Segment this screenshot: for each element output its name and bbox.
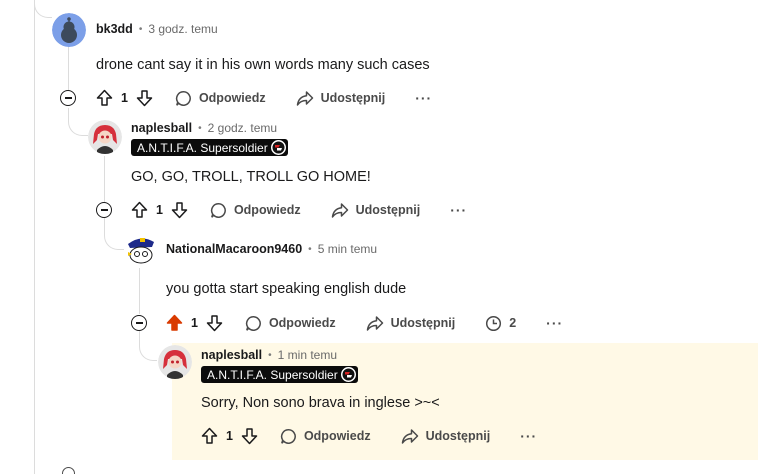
comment-body-4: Sorry, Non sono brava in inglese >~< <box>201 395 440 411</box>
award-button[interactable]: 2 <box>485 315 516 332</box>
collapse-button-1[interactable] <box>60 90 76 106</box>
upvote-icon[interactable] <box>131 201 148 219</box>
vote-group: 1 <box>131 201 188 219</box>
reply-button[interactable]: Odpowiedz <box>245 315 336 332</box>
vote-count: 1 <box>156 203 163 217</box>
avatar-nationalmacaroon[interactable] <box>124 232 158 266</box>
share-arrow-icon <box>296 90 313 106</box>
thread-line-root <box>34 0 35 474</box>
vote-group: 1 <box>201 427 258 445</box>
expand-plus-icon[interactable] <box>62 467 75 474</box>
more-dots-icon[interactable]: ··· <box>546 315 563 331</box>
comment-actions-1: 1 Odpowiedz Udostępnij ··· <box>96 86 432 110</box>
reply-button[interactable]: Odpowiedz <box>175 90 266 107</box>
thread-line-1 <box>68 46 69 92</box>
comment-body-3: you gotta start speaking english dude <box>166 281 407 297</box>
more-dots-icon[interactable]: ··· <box>415 90 432 106</box>
thread-line-2 <box>104 156 105 202</box>
separator-dot: • <box>138 23 143 35</box>
timestamp[interactable]: 1 min temu <box>278 348 337 362</box>
vote-group: 1 <box>96 89 153 107</box>
reply-label: Odpowiedz <box>268 316 336 330</box>
avatar-naplesball[interactable] <box>158 345 192 379</box>
flair-text: A.N.T.I.F.A. Supersoldier <box>137 140 268 155</box>
comment-bubble-icon <box>210 202 226 218</box>
reply-button[interactable]: Odpowiedz <box>280 428 371 445</box>
timestamp[interactable]: 2 godz. temu <box>208 121 277 135</box>
collapse-button-2[interactable] <box>96 202 112 218</box>
more-dots-icon[interactable]: ··· <box>450 202 467 218</box>
comment-actions-3: 1 Odpowiedz Udostępnij 2 ··· <box>166 311 563 335</box>
collapse-button-3[interactable] <box>131 315 147 331</box>
share-button[interactable]: Udostępnij <box>366 315 456 332</box>
avatar-naplesball[interactable] <box>88 120 122 154</box>
share-label: Udostępnij <box>425 429 491 443</box>
upvote-icon[interactable] <box>96 89 113 107</box>
separator-dot: • <box>268 349 272 361</box>
comment-meta-4: naplesball • 1 min temu <box>201 348 337 362</box>
timestamp[interactable]: 5 min temu <box>318 242 377 256</box>
share-arrow-icon <box>331 202 348 218</box>
downvote-icon[interactable] <box>206 314 223 332</box>
thread-line-3 <box>139 268 140 314</box>
comment-meta-1: bk3dd • 3 godz. temu <box>96 22 218 36</box>
timestamp[interactable]: 3 godz. temu <box>148 22 217 36</box>
share-button[interactable]: Udostępnij <box>296 90 386 107</box>
upvote-icon[interactable] <box>201 427 218 445</box>
vote-group: 1 <box>166 314 223 332</box>
upvote-icon-active[interactable] <box>166 314 183 332</box>
timer-award-icon <box>486 315 502 331</box>
share-arrow-icon <box>401 428 418 444</box>
reply-label: Odpowiedz <box>303 429 371 443</box>
share-label: Udostępnij <box>320 91 386 105</box>
separator-dot: • <box>308 243 312 255</box>
user-flair: A.N.T.I.F.A. Supersoldier <box>131 139 288 156</box>
reply-button[interactable]: Odpowiedz <box>210 202 301 219</box>
comment-bubble-icon <box>245 315 261 331</box>
downvote-icon[interactable] <box>171 201 188 219</box>
more-replies-row[interactable] <box>62 467 75 474</box>
share-button[interactable]: Udostępnij <box>401 428 491 445</box>
share-label: Udostępnij <box>355 203 421 217</box>
comment-body-2: GO, GO, TROLL, TROLL GO HOME! <box>131 169 371 185</box>
vote-count: 1 <box>226 429 233 443</box>
comment-meta-2: naplesball • 2 godz. temu <box>131 121 277 135</box>
thread-connector-3 <box>139 331 157 361</box>
author-name[interactable]: naplesball <box>131 121 192 135</box>
author-name[interactable]: naplesball <box>201 348 262 362</box>
comment-bubble-icon <box>280 428 296 444</box>
flair-text: A.N.T.I.F.A. Supersoldier <box>207 367 338 382</box>
reply-label: Odpowiedz <box>198 91 266 105</box>
share-label: Udostępnij <box>390 316 456 330</box>
downvote-icon[interactable] <box>136 89 153 107</box>
thread-connector-1 <box>68 108 88 136</box>
antifa-flag-icon <box>340 367 356 382</box>
comment-actions-4: 1 Odpowiedz Udostępnij ··· <box>201 424 537 448</box>
comment-body-1: drone cant say it in his own words many … <box>96 57 430 73</box>
separator-dot: • <box>198 122 202 134</box>
vote-count: 1 <box>121 91 128 105</box>
comment-meta-3: NationalMacaroon9460 • 5 min temu <box>166 242 377 256</box>
thread-connector-root <box>34 0 52 18</box>
comment-bubble-icon <box>175 90 191 106</box>
author-name[interactable]: bk3dd <box>96 22 133 36</box>
award-count: 2 <box>509 316 517 330</box>
vote-count: 1 <box>191 316 198 330</box>
more-dots-icon[interactable]: ··· <box>520 428 537 444</box>
reply-label: Odpowiedz <box>233 203 301 217</box>
user-flair: A.N.T.I.F.A. Supersoldier <box>201 366 358 383</box>
share-button[interactable]: Udostępnij <box>331 202 421 219</box>
comment-actions-2: 1 Odpowiedz Udostępnij ··· <box>131 198 467 222</box>
antifa-flag-icon <box>270 140 286 155</box>
author-name[interactable]: NationalMacaroon9460 <box>166 242 302 256</box>
share-arrow-icon <box>366 315 383 331</box>
thread-connector-2 <box>104 218 124 250</box>
avatar-bk3dd[interactable] <box>52 13 86 47</box>
downvote-icon[interactable] <box>241 427 258 445</box>
